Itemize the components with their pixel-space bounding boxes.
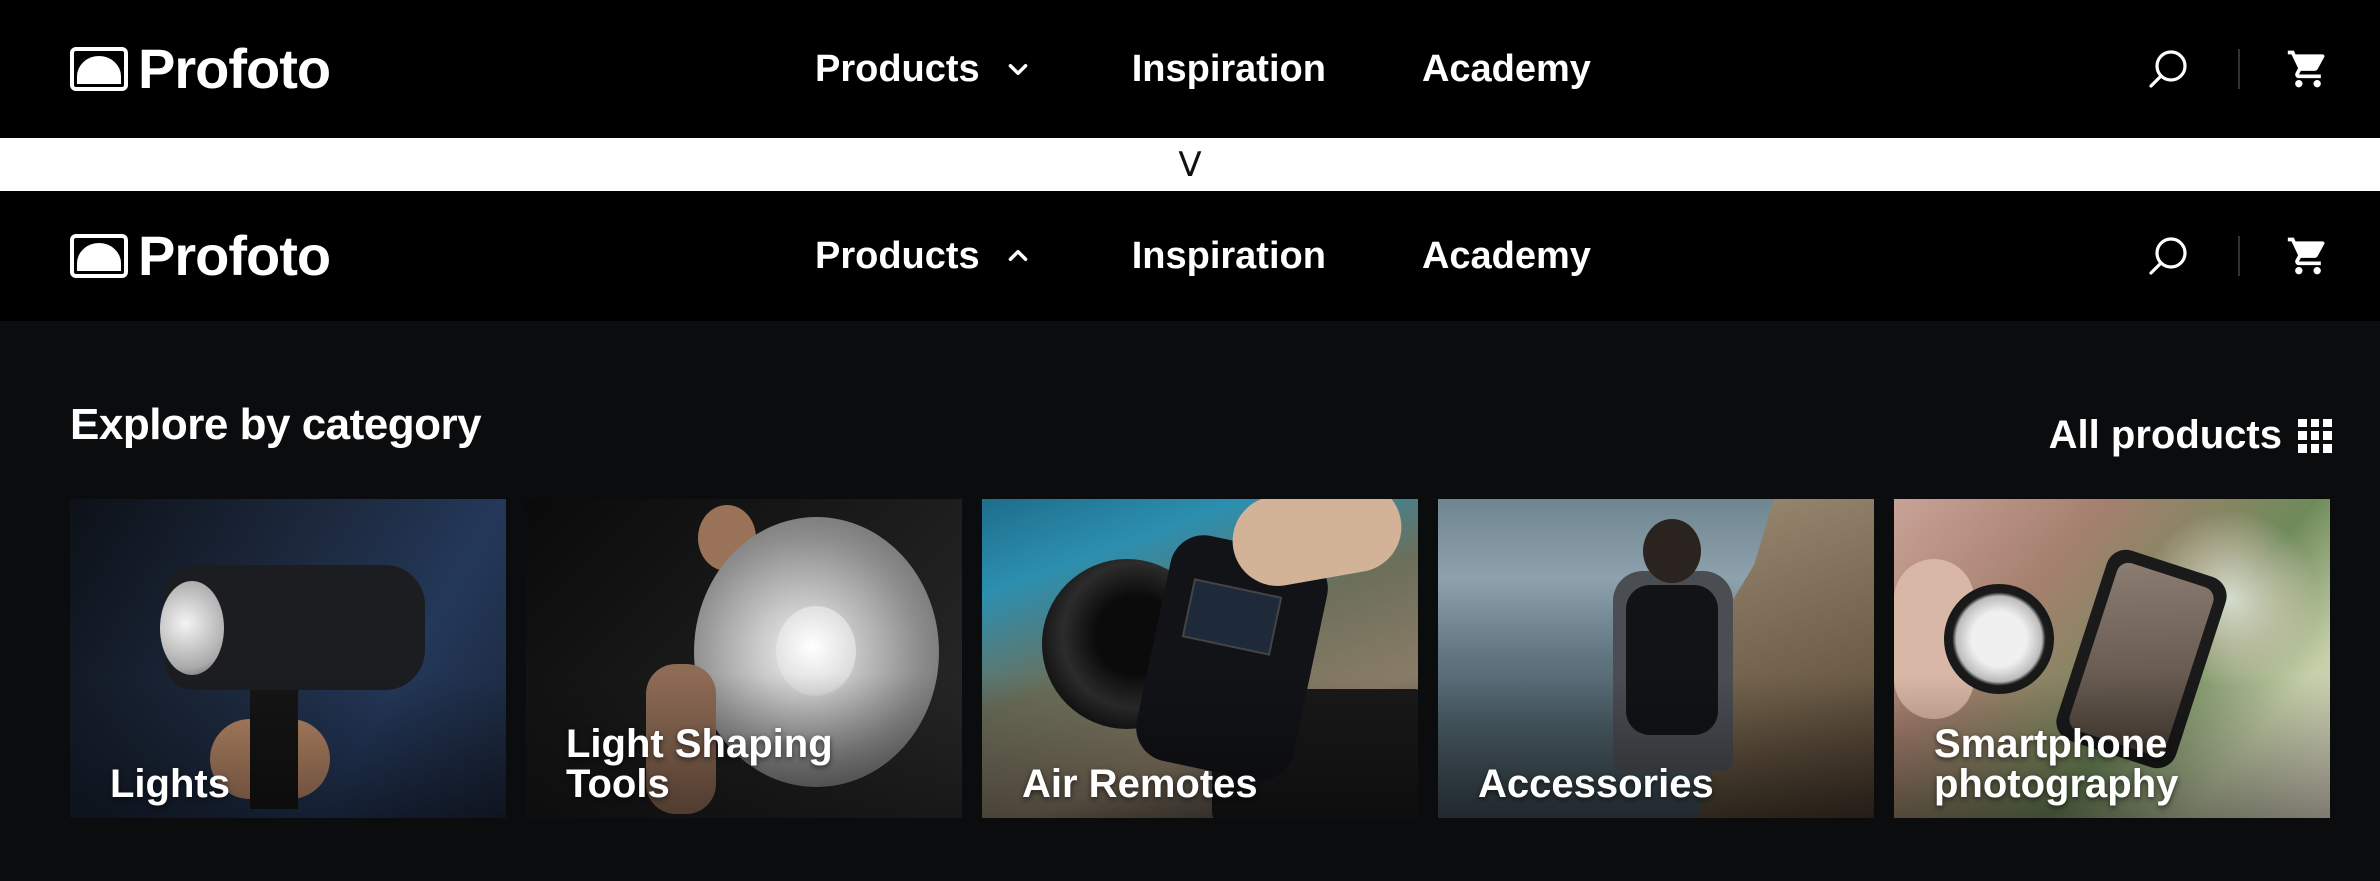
state-separator: V <box>0 138 2380 191</box>
category-cards: Lights Light Shaping Tools Air Remotes A… <box>70 499 2330 818</box>
cart-button[interactable] <box>2284 45 2332 93</box>
actions-divider <box>2238 236 2240 276</box>
nav-item-products[interactable]: Products <box>815 48 1036 91</box>
chevron-down-icon <box>1000 51 1036 87</box>
category-card-smartphone-photography[interactable]: Smartphone photography <box>1894 499 2330 818</box>
category-card-label: Light Shaping Tools <box>566 722 833 806</box>
profoto-logo-mark-icon <box>70 47 128 91</box>
nav-item-academy-label: Academy <box>1421 234 1591 277</box>
search-button[interactable] <box>2144 45 2192 93</box>
category-card-label: Lights <box>110 762 230 806</box>
nav-item-products[interactable]: Products <box>815 235 1036 278</box>
main-menu: Products Inspiration Academy <box>815 48 1591 91</box>
search-button[interactable] <box>2144 232 2192 280</box>
all-products-link[interactable]: All products <box>2049 413 2332 458</box>
chevron-up-icon <box>1000 238 1036 274</box>
actions-divider <box>2238 49 2240 89</box>
category-card-air-remotes[interactable]: Air Remotes <box>982 499 1418 818</box>
search-icon <box>2149 237 2187 275</box>
nav-item-products-label: Products <box>815 47 980 90</box>
grid-icon <box>2298 418 2332 453</box>
category-card-lights[interactable]: Lights <box>70 499 506 818</box>
cart-icon <box>2287 50 2325 88</box>
category-card-light-shaping-tools[interactable]: Light Shaping Tools <box>526 499 962 818</box>
nav-item-academy[interactable]: Academy <box>1422 235 1591 278</box>
all-products-label: All products <box>2048 413 2282 457</box>
nav-item-inspiration-label: Inspiration <box>1131 47 1326 90</box>
nav-item-inspiration[interactable]: Inspiration <box>1132 48 1326 91</box>
nav-item-inspiration[interactable]: Inspiration <box>1132 235 1326 278</box>
cart-icon <box>2287 237 2325 275</box>
category-card-label: Accessories <box>1478 762 1714 806</box>
separator-text: V <box>1178 144 1202 185</box>
top-navbar-expanded: Profoto Products Inspiration Academy <box>0 191 2380 321</box>
top-navbar-collapsed: Profoto Products Inspiration Academy <box>0 0 2380 138</box>
profoto-logo[interactable]: Profoto <box>70 37 331 100</box>
nav-actions <box>2144 232 2332 280</box>
main-menu: Products Inspiration Academy <box>815 235 1591 278</box>
brand-name: Profoto <box>138 224 331 287</box>
category-card-label: Smartphone photography <box>1934 722 2179 806</box>
profoto-logo-mark-icon <box>70 234 128 278</box>
profoto-logo[interactable]: Profoto <box>70 224 331 287</box>
nav-item-academy[interactable]: Academy <box>1422 48 1591 91</box>
search-icon <box>2149 50 2187 88</box>
nav-item-academy-label: Academy <box>1421 47 1591 90</box>
category-card-label: Air Remotes <box>1022 762 1258 806</box>
nav-actions <box>2144 45 2332 93</box>
category-card-accessories[interactable]: Accessories <box>1438 499 1874 818</box>
cart-button[interactable] <box>2284 232 2332 280</box>
nav-item-products-label: Products <box>815 234 980 277</box>
brand-name: Profoto <box>138 37 331 100</box>
nav-item-inspiration-label: Inspiration <box>1131 234 1326 277</box>
explore-by-category-heading: Explore by category <box>70 400 482 449</box>
products-dropdown-panel: Explore by category All products Lights … <box>0 321 2380 881</box>
